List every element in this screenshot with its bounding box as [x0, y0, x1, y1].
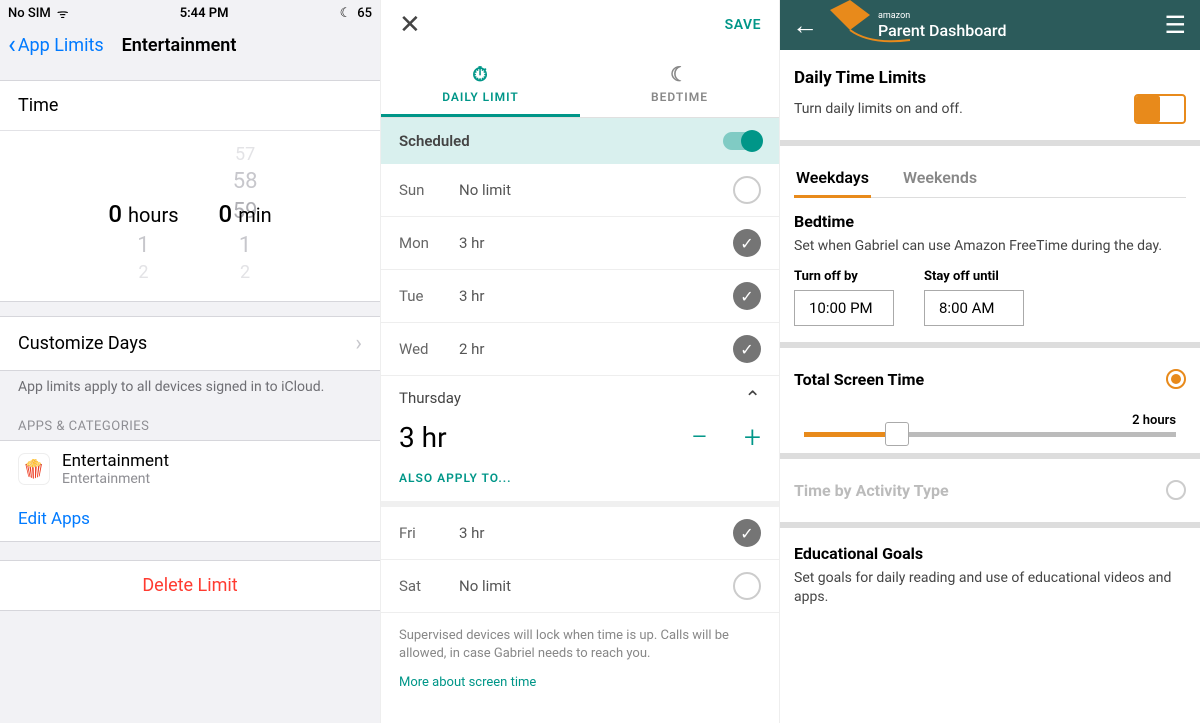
- day-row-fri[interactable]: Fri 3 hr ✓: [381, 507, 779, 560]
- check-icon[interactable]: [733, 572, 761, 600]
- time-picker[interactable]: 0hours 1 2 57 58 59 0min 1 2: [0, 131, 380, 301]
- group-header: APPS & CATEGORIES: [0, 409, 380, 440]
- activity-type-title: Time by Activity Type: [794, 481, 949, 500]
- day-row-sat[interactable]: Sat No limit: [381, 560, 779, 613]
- save-button[interactable]: SAVE: [725, 17, 761, 33]
- check-icon[interactable]: ✓: [733, 229, 761, 257]
- hours-column[interactable]: 0hours 1 2: [108, 143, 178, 285]
- scheduled-toggle[interactable]: [723, 132, 761, 150]
- divider: [780, 522, 1200, 528]
- footer-note: Supervised devices will lock when time i…: [381, 613, 779, 669]
- icloud-caption: App limits apply to all devices signed i…: [0, 371, 380, 409]
- tab-weekends[interactable]: Weekends: [901, 162, 979, 197]
- status-bar: No SIM ᯤ 5:44 PM ☾ 65: [0, 0, 380, 24]
- brand-title: Parent Dashboard: [878, 21, 1006, 40]
- category-name: Entertainment: [62, 451, 169, 471]
- minus-button[interactable]: −: [691, 420, 708, 455]
- popcorn-icon: 🍿: [18, 453, 50, 485]
- stopwatch-icon: ⏱: [381, 62, 580, 86]
- turn-off-label: Turn off by: [794, 269, 894, 284]
- activity-type-radio[interactable]: [1166, 480, 1186, 500]
- screen-time-slider[interactable]: 2 hours: [804, 413, 1176, 437]
- goals-desc: Set goals for daily reading and use of e…: [794, 569, 1186, 608]
- page-title: Entertainment: [122, 35, 237, 56]
- back-button[interactable]: ‹ App Limits: [8, 30, 104, 60]
- amazon-panel: ← amazon Parent Dashboard ☰ Daily Time L…: [780, 0, 1200, 723]
- divider: [780, 342, 1200, 348]
- header-bar: ← amazon Parent Dashboard ☰: [780, 0, 1200, 50]
- limits-toggle[interactable]: [1134, 94, 1186, 124]
- day-row-wed[interactable]: Wed 2 hr ✓: [381, 323, 779, 376]
- tab-weekdays[interactable]: Weekdays: [794, 162, 871, 197]
- bedtime-title: Bedtime: [794, 212, 1186, 231]
- check-icon[interactable]: ✓: [733, 335, 761, 363]
- back-icon[interactable]: ←: [792, 10, 818, 41]
- divider: [780, 140, 1200, 146]
- minutes-column[interactable]: 57 58 59 0min 1 2: [219, 143, 272, 285]
- divider: [780, 453, 1200, 459]
- goals-title: Educational Goals: [794, 544, 1186, 563]
- carrier-label: No SIM: [8, 6, 51, 21]
- ios-panel: No SIM ᯤ 5:44 PM ☾ 65 ‹ App Limits Enter…: [0, 0, 380, 723]
- category-row[interactable]: 🍿 Entertainment Entertainment: [0, 441, 380, 497]
- slider-thumb[interactable]: [885, 422, 909, 446]
- delete-limit-button[interactable]: Delete Limit: [0, 560, 380, 611]
- expanded-day-value: 3 hr − +: [381, 414, 779, 461]
- more-link[interactable]: More about screen time: [381, 669, 779, 696]
- tab-bedtime[interactable]: ☾ BEDTIME: [580, 50, 779, 117]
- check-icon[interactable]: ✓: [733, 519, 761, 547]
- moon-icon: ☾: [340, 6, 352, 21]
- moon-icon: ☾: [580, 62, 779, 86]
- brand-small: amazon: [878, 11, 1006, 21]
- time-header: Time: [0, 81, 380, 131]
- also-apply-link[interactable]: ALSO APPLY TO...: [381, 461, 779, 501]
- tab-daily-limit[interactable]: ⏱ DAILY LIMIT: [381, 50, 580, 117]
- close-icon[interactable]: ✕: [399, 10, 421, 40]
- check-icon[interactable]: [733, 176, 761, 204]
- stay-off-label: Stay off until: [924, 269, 1024, 284]
- time-section: Time 0hours 1 2 57 58 59 0min 1 2: [0, 80, 380, 302]
- customize-days-row[interactable]: Customize Days ›: [0, 317, 380, 370]
- chevron-right-icon: ›: [355, 331, 362, 356]
- battery-pct: 65: [357, 6, 372, 21]
- section-sub: Turn daily limits on and off.: [794, 101, 963, 117]
- google-panel: ✕ SAVE ⏱ DAILY LIMIT ☾ BEDTIME Scheduled…: [380, 0, 780, 723]
- menu-icon[interactable]: ☰: [1164, 11, 1186, 39]
- screen-time-radio[interactable]: [1166, 369, 1186, 389]
- screen-time-title: Total Screen Time: [794, 370, 924, 389]
- expanded-day-header[interactable]: Thursday ⌃: [381, 376, 779, 414]
- nav-bar: ‹ App Limits Entertainment: [0, 24, 380, 70]
- chevron-left-icon: ‹: [8, 30, 16, 60]
- slider-value: 2 hours: [804, 413, 1176, 428]
- scheduled-row: Scheduled: [381, 118, 779, 164]
- section-title: Daily Time Limits: [794, 68, 1186, 88]
- turn-off-input[interactable]: 10:00 PM: [794, 290, 894, 326]
- day-row-mon[interactable]: Mon 3 hr ✓: [381, 217, 779, 270]
- back-label: App Limits: [18, 35, 104, 56]
- wifi-icon: ᯤ: [57, 4, 69, 22]
- tab-bar: ⏱ DAILY LIMIT ☾ BEDTIME: [381, 50, 779, 118]
- day-row-tue[interactable]: Tue 3 hr ✓: [381, 270, 779, 323]
- bedtime-desc: Set when Gabriel can use Amazon FreeTime…: [794, 237, 1186, 257]
- day-row-sun[interactable]: Sun No limit: [381, 164, 779, 217]
- clock: 5:44 PM: [69, 6, 340, 21]
- stay-off-input[interactable]: 8:00 AM: [924, 290, 1024, 326]
- check-icon[interactable]: ✓: [733, 282, 761, 310]
- chevron-up-icon: ⌃: [744, 386, 761, 410]
- edit-apps-link[interactable]: Edit Apps: [0, 497, 380, 541]
- plus-button[interactable]: +: [744, 420, 761, 455]
- category-sub: Entertainment: [62, 471, 169, 487]
